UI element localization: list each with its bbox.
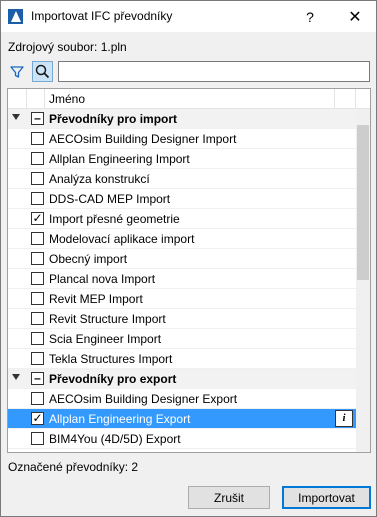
group-checkbox[interactable]: –: [31, 112, 44, 125]
item-checkbox[interactable]: [31, 392, 44, 405]
row-label: Revit MEP Import: [49, 292, 143, 306]
row-label: Převodníky pro import: [49, 112, 178, 126]
item-checkbox[interactable]: [31, 332, 44, 345]
item-checkbox[interactable]: [31, 152, 44, 165]
header-expander-col: [8, 89, 27, 109]
row-label: BIM4You (4D/5D) Export: [49, 432, 181, 446]
row-label: Plancal nova Import: [49, 272, 156, 286]
source-file-label: Zdrojový soubor: 1.pln: [8, 40, 127, 54]
group-checkbox[interactable]: –: [31, 372, 44, 385]
item-checkbox[interactable]: [31, 312, 44, 325]
row-label: Tekla Structures Import: [49, 352, 173, 366]
list-item[interactable]: Plancal nova Import: [8, 269, 356, 289]
header-info-col: [334, 89, 356, 109]
list-item[interactable]: AECOsim Building Designer Import: [8, 129, 356, 149]
row-label: Allplan Engineering Export: [49, 412, 191, 426]
list-item[interactable]: Tekla Structures Import: [8, 349, 356, 369]
column-header-name[interactable]: Jméno: [49, 92, 85, 106]
title-bar: Importovat IFC převodníky ? ✕: [1, 1, 376, 32]
item-checkbox[interactable]: [31, 272, 44, 285]
list-item[interactable]: ✓ Allplan Engineering Export i: [8, 409, 356, 429]
header-checkbox-col: [27, 89, 45, 109]
group-row[interactable]: – Převodníky pro export: [8, 369, 356, 389]
row-label: DDS-CAD MEP Import: [49, 192, 171, 206]
row-label: Převodníky pro export: [49, 372, 177, 386]
list-item[interactable]: DDS-CAD MEP Import: [8, 189, 356, 209]
row-label: Scia Engineer Import: [49, 332, 162, 346]
item-checkbox[interactable]: [31, 252, 44, 265]
item-checkbox[interactable]: [31, 192, 44, 205]
item-checkbox[interactable]: ✓: [31, 412, 44, 425]
list-item[interactable]: Obecný import: [8, 249, 356, 269]
dialog-window: Importovat IFC převodníky ? ✕ Zdrojový s…: [0, 0, 377, 517]
list-item[interactable]: Revit MEP Import: [8, 289, 356, 309]
list-item[interactable]: AECOsim Building Designer Export: [8, 389, 356, 409]
list-header: Jméno: [8, 89, 370, 109]
list-item[interactable]: BIM4You (4D/5D) Export: [8, 429, 356, 449]
row-label: Modelovací aplikace import: [49, 232, 195, 246]
expand-collapse-icon[interactable]: [12, 374, 20, 380]
archicad-app-icon: [8, 9, 23, 24]
list-item[interactable]: Analýza konstrukcí: [8, 169, 356, 189]
list-item[interactable]: Revit Structure Import: [8, 309, 356, 329]
close-button[interactable]: ✕: [335, 1, 375, 32]
window-title: Importovat IFC převodníky: [31, 9, 173, 23]
item-checkbox[interactable]: [31, 132, 44, 145]
item-checkbox[interactable]: [31, 232, 44, 245]
list-item[interactable]: ✓ Import přesné geometrie: [8, 209, 356, 229]
list-body: – Převodníky pro import AECOsim Building D…: [8, 109, 370, 452]
item-checkbox[interactable]: [31, 352, 44, 365]
item-checkbox[interactable]: ✓: [31, 212, 44, 225]
row-label: AECOsim Building Designer Import: [49, 132, 237, 146]
group-row[interactable]: – Převodníky pro import: [8, 109, 356, 129]
list-item[interactable]: [8, 449, 356, 453]
help-button[interactable]: ?: [290, 1, 330, 32]
translator-list: Jméno – Převodníky pro import AECOsim Buil…: [7, 88, 371, 453]
search-toggle-button[interactable]: [32, 61, 53, 82]
search-icon: [35, 64, 50, 79]
filter-icon[interactable]: [9, 64, 25, 80]
expand-collapse-icon[interactable]: [12, 114, 20, 120]
info-icon[interactable]: i: [335, 410, 353, 427]
row-label: Revit Structure Import: [49, 312, 166, 326]
import-button[interactable]: Importovat: [282, 486, 371, 509]
cancel-button[interactable]: Zrušit: [188, 486, 270, 509]
list-item[interactable]: Allplan Engineering Import: [8, 149, 356, 169]
item-checkbox[interactable]: [31, 292, 44, 305]
row-label: AECOsim Building Designer Export: [49, 392, 238, 406]
row-label: Allplan Engineering Import: [49, 152, 190, 166]
row-label: Obecný import: [49, 252, 128, 266]
item-checkbox[interactable]: [31, 452, 44, 453]
row-label: Import přesné geometrie: [49, 212, 180, 226]
item-checkbox[interactable]: [31, 432, 44, 445]
selected-count-label: Označené převodníky: 2: [8, 460, 139, 474]
list-item[interactable]: Scia Engineer Import: [8, 329, 356, 349]
search-input[interactable]: [58, 61, 370, 82]
list-scrollbar[interactable]: [356, 109, 370, 452]
scrollbar-thumb[interactable]: [357, 125, 369, 280]
item-checkbox[interactable]: [31, 172, 44, 185]
list-item[interactable]: Modelovací aplikace import: [8, 229, 356, 249]
row-label: Analýza konstrukcí: [49, 172, 150, 186]
